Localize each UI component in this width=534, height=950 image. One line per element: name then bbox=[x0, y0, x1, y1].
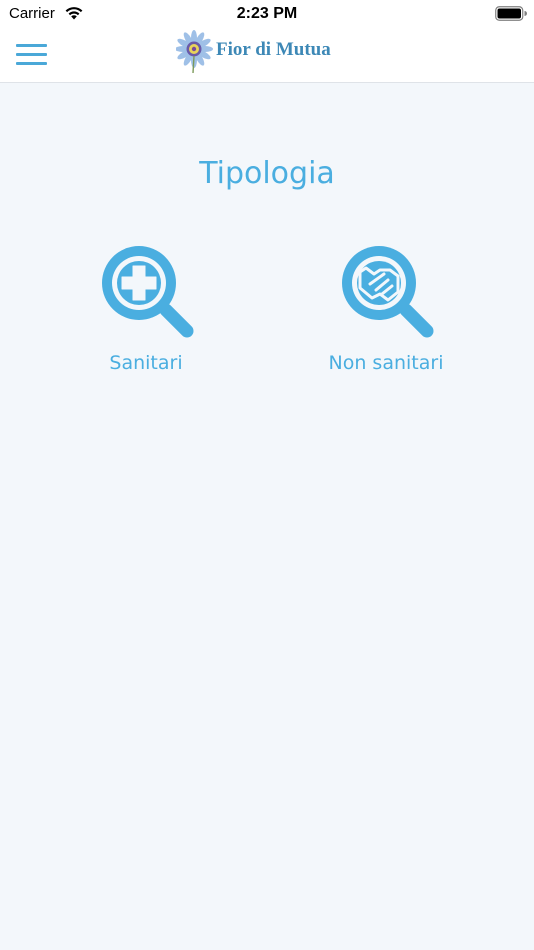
menu-button[interactable] bbox=[16, 44, 47, 66]
non-sanitari-button[interactable]: Non sanitari bbox=[286, 244, 486, 384]
clock-time: 2:23 PM bbox=[236, 5, 298, 22]
sanitari-button[interactable]: Sanitari bbox=[46, 244, 246, 384]
status-bar: Carrier 2:23 PM bbox=[0, 0, 534, 28]
sanitari-label: Sanitari bbox=[109, 352, 183, 374]
handshake-search-icon bbox=[342, 246, 434, 338]
logo-text: Fior di Mutua bbox=[216, 39, 331, 60]
medical-search-icon bbox=[102, 246, 194, 338]
navigation-bar: Fior di Mutua bbox=[0, 28, 534, 83]
flower-logo-icon bbox=[176, 30, 213, 74]
non-sanitari-label: Non sanitari bbox=[328, 352, 444, 374]
app-logo: Fior di Mutua bbox=[176, 30, 346, 74]
page-title: Tipologia bbox=[199, 156, 335, 191]
battery-icon bbox=[495, 6, 527, 21]
